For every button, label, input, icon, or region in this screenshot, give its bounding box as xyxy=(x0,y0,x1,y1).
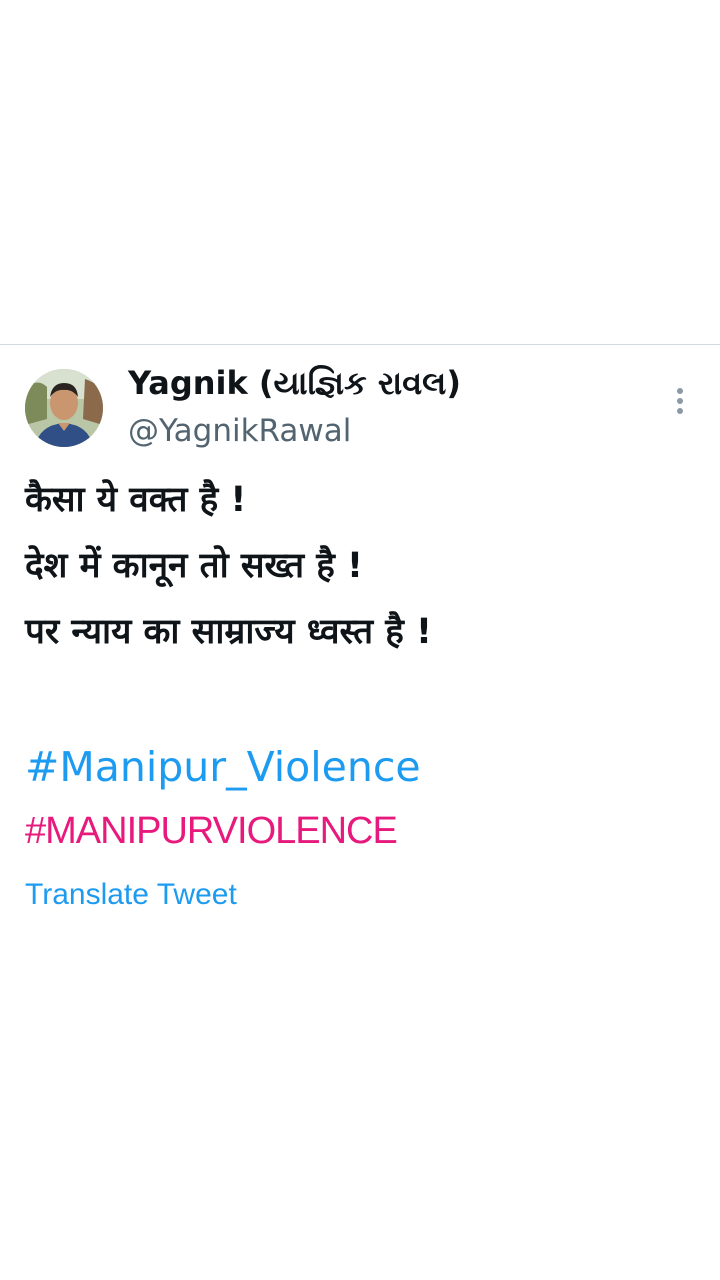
tweet-text-line: पर न्याय का साम्राज्य ध्वस्त है ! xyxy=(25,612,433,652)
vertical-ellipsis-icon xyxy=(677,388,683,414)
tweet-text-line: देश में कानून तो सख्त है ! xyxy=(25,546,363,586)
hashtag-link[interactable]: #MANIPURVIOLENCE xyxy=(25,805,398,857)
tweet-text-line: कैसा ये वक्त है ! xyxy=(25,480,247,520)
author-handle[interactable]: @YagnikRawal xyxy=(128,411,351,451)
more-options-button[interactable] xyxy=(664,383,696,419)
avatar[interactable] xyxy=(25,369,103,447)
hashtag-link[interactable]: #Manipur_Violence xyxy=(25,737,421,797)
tweet-text: कैसा ये वक्त है ! देश में कानून तो सख्त … xyxy=(25,467,705,665)
translate-tweet-link[interactable]: Translate Tweet xyxy=(25,873,237,917)
author-display-name[interactable]: Yagnik (યાજ્ઞિક રાવલ) xyxy=(128,363,461,403)
user-photo-avatar-icon xyxy=(25,369,103,447)
tweet-card[interactable]: Yagnik (યાજ્ઞિક રાવલ) @YagnikRawal कैसा … xyxy=(0,345,720,945)
